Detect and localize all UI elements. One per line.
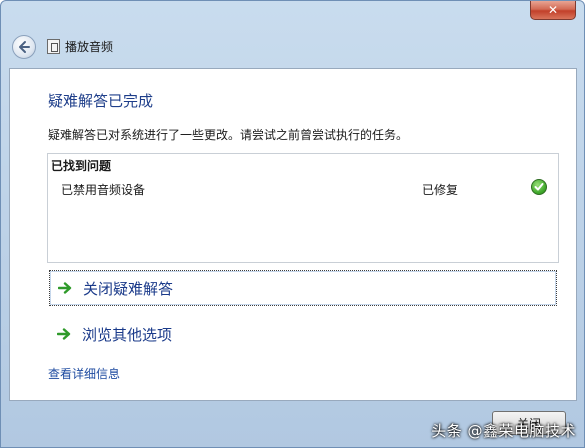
- page-title: 疑难解答已完成: [48, 92, 154, 110]
- page-description: 疑难解答已对系统进行了一些更改。请尝试之前曾尝试执行的任务。: [48, 128, 409, 142]
- troubleshooter-icon: [47, 39, 60, 54]
- issue-status: 已修复: [422, 183, 459, 197]
- troubleshooter-window: ✕ 播放音频 疑难解答已完成 疑难解答已对系统进行了一些更改。请尝试之前曾尝试执…: [0, 0, 585, 448]
- explore-options-label: 浏览其他选项: [82, 325, 173, 344]
- window-close-button[interactable]: ✕: [530, 1, 576, 20]
- green-arrow-icon: [57, 280, 73, 296]
- window-title: 播放音频: [65, 40, 114, 54]
- explore-options-link[interactable]: 浏览其他选项: [49, 316, 557, 352]
- green-check-icon: [531, 179, 547, 195]
- close-troubleshooter-label: 关闭疑难解答: [83, 279, 174, 298]
- close-icon: ✕: [547, 3, 559, 17]
- back-button[interactable]: [12, 35, 36, 59]
- content-panel: 疑难解答已完成 疑难解答已对系统进行了一些更改。请尝试之前曾尝试执行的任务。 已…: [9, 68, 577, 401]
- issues-header: 已找到问题: [51, 159, 112, 173]
- close-troubleshooter-link[interactable]: 关闭疑难解答: [49, 270, 557, 306]
- watermark: 头条 @鑫荣电脑技术: [431, 422, 576, 440]
- issue-name: 已禁用音频设备: [61, 183, 146, 197]
- view-details-link[interactable]: 查看详细信息: [48, 365, 120, 382]
- back-arrow-icon: [19, 41, 30, 53]
- issues-found-box: 已找到问题 已禁用音频设备 已修复: [47, 153, 559, 263]
- green-arrow-icon: [56, 326, 72, 342]
